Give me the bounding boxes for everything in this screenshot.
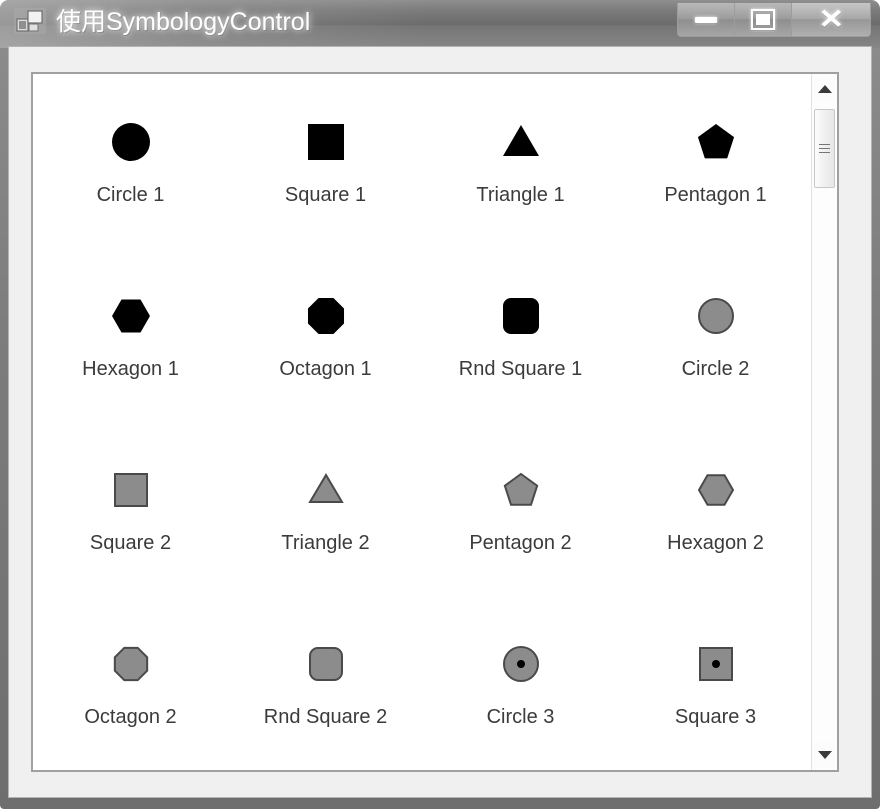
pentagon-gray-outline-icon xyxy=(497,464,545,516)
symbol-label: Pentagon 2 xyxy=(469,531,572,554)
hexagon-solid-black-icon xyxy=(107,290,155,342)
symbol-item[interactable]: Triangle 1 xyxy=(423,74,618,248)
symbology-control[interactable]: Circle 1 Square 1 Triangle 1 Pentagon 1 Hexa… xyxy=(31,72,839,772)
rnd-square-gray-outline-icon xyxy=(302,638,350,690)
circle-gray-dot-icon xyxy=(497,638,545,690)
symbol-label: Circle 3 xyxy=(486,705,555,728)
symbol-label: Hexagon 2 xyxy=(667,531,764,554)
symbol-label: Triangle 2 xyxy=(281,531,370,554)
window-title: 使用SymbologyControl xyxy=(56,8,311,36)
circle-gray-outline-icon xyxy=(692,290,740,342)
circle-solid-black-icon xyxy=(107,116,155,168)
symbol-item[interactable]: Rnd Square 2 xyxy=(228,596,423,770)
caption-button-group: ✕ xyxy=(677,3,871,37)
scroll-up-arrow[interactable] xyxy=(812,76,837,102)
triangle-down-icon xyxy=(817,751,832,759)
symbol-label: Triangle 1 xyxy=(476,183,565,206)
square-gray-dot-icon xyxy=(692,638,740,690)
symbol-item[interactable]: Circle 3 xyxy=(423,596,618,770)
vertical-scrollbar[interactable] xyxy=(811,74,837,770)
triangle-gray-outline-icon xyxy=(302,464,350,516)
symbol-item[interactable]: Octagon 2 xyxy=(33,596,228,770)
pentagon-solid-black-icon xyxy=(692,116,740,168)
close-icon: ✕ xyxy=(817,4,845,34)
symbol-item[interactable]: Hexagon 1 xyxy=(33,248,228,422)
symbol-item[interactable]: Hexagon 2 xyxy=(618,422,813,596)
symbol-item[interactable]: Square 1 xyxy=(228,74,423,248)
symbol-label: Square 2 xyxy=(89,531,172,554)
symbol-item[interactable]: Pentagon 2 xyxy=(423,422,618,596)
winforms-designer-icon xyxy=(13,7,47,35)
triangle-up-icon xyxy=(817,85,832,93)
symbol-label: Rnd Square 1 xyxy=(458,357,583,380)
octagon-solid-black-icon xyxy=(302,290,350,342)
symbol-label: Circle 2 xyxy=(681,357,750,380)
minimize-icon xyxy=(695,16,717,23)
symbol-item[interactable]: Rnd Square 1 xyxy=(423,248,618,422)
symbol-label: Hexagon 1 xyxy=(82,357,179,380)
symbol-label: Circle 1 xyxy=(96,183,165,206)
symbol-label: Octagon 2 xyxy=(84,705,177,728)
symbol-item[interactable]: Circle 2 xyxy=(618,248,813,422)
scroll-down-arrow[interactable] xyxy=(812,742,837,768)
maximize-button[interactable] xyxy=(735,3,792,37)
window-client-area: Circle 1 Square 1 Triangle 1 Pentagon 1 Hexa… xyxy=(8,46,872,798)
symbol-label: Square 3 xyxy=(674,705,757,728)
grip-icon xyxy=(819,144,830,153)
symbol-grid: Circle 1 Square 1 Triangle 1 Pentagon 1 Hexa… xyxy=(33,74,813,770)
title-bar[interactable]: 使用SymbologyControl ✕ xyxy=(0,0,880,48)
symbol-item[interactable]: Pentagon 1 xyxy=(618,74,813,248)
symbol-label: Pentagon 1 xyxy=(664,183,767,206)
symbol-item[interactable]: Square 2 xyxy=(33,422,228,596)
square-gray-outline-icon xyxy=(107,464,155,516)
close-button[interactable]: ✕ xyxy=(792,3,871,37)
symbol-item[interactable]: Triangle 2 xyxy=(228,422,423,596)
symbol-item[interactable]: Circle 1 xyxy=(33,74,228,248)
application-window: 使用SymbologyControl ✕ Circle 1 Square 1 Tri… xyxy=(0,0,880,809)
symbol-label: Rnd Square 2 xyxy=(263,705,388,728)
triangle-solid-black-icon xyxy=(497,116,545,168)
symbol-label: Square 1 xyxy=(284,183,367,206)
scroll-thumb[interactable] xyxy=(814,109,835,188)
rnd-square-solid-black-icon xyxy=(497,290,545,342)
hexagon-gray-outline-icon xyxy=(692,464,740,516)
minimize-button[interactable] xyxy=(677,3,735,37)
symbol-label: Octagon 1 xyxy=(279,357,372,380)
octagon-gray-outline-icon xyxy=(107,638,155,690)
maximize-icon xyxy=(751,9,775,30)
symbol-item[interactable]: Octagon 1 xyxy=(228,248,423,422)
symbol-item[interactable]: Square 3 xyxy=(618,596,813,770)
square-solid-black-icon xyxy=(302,116,350,168)
